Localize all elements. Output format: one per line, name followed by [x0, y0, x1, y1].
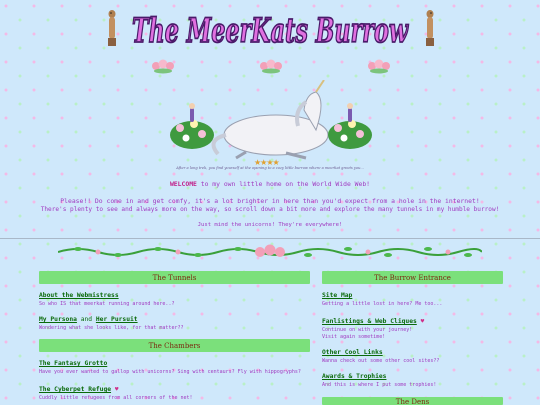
heart-icon: ♥ — [114, 386, 119, 393]
intro-line-4: Just mind the unicorns! They're everywhe… — [197, 222, 343, 228]
burrow-entrance-header: The Burrow Entrance — [322, 271, 503, 284]
flower-bush-left-icon — [170, 103, 214, 149]
about-webmistress-link[interactable]: About the Webmistress — [39, 292, 119, 299]
and-text: and — [76, 316, 96, 323]
intro-line-2: Please!! Do come in and get comfy, it's … — [60, 197, 480, 205]
intro-line-3: There's plenty to see and always more on… — [40, 206, 500, 213]
welcome-line: WELCOME to my own little home on the Wor… — [20, 180, 520, 188]
other-cool-links-desc: Wanna check out some other cool sites?? — [322, 358, 440, 364]
unicorn-icon — [211, 80, 329, 160]
flower-cluster-icon — [152, 59, 174, 74]
site-map-desc: Getting a little lost in here? Me too... — [322, 301, 443, 307]
unicorn-image — [170, 80, 372, 160]
tunnels-header: The Tunnels — [39, 271, 310, 284]
flower-cluster-icon — [368, 59, 390, 74]
meerkat-right-icon — [426, 10, 434, 46]
flower-vine-border — [58, 244, 482, 257]
flower-bush-right-icon — [328, 103, 372, 149]
pursona-line: My Pursona and Her Pursuit — [39, 316, 138, 323]
site-title: The MeerKats Burrow — [132, 11, 409, 51]
divider — [0, 238, 540, 239]
cyberpet-line: The Cyberpet Refuge ♥ — [39, 386, 118, 393]
cyberpet-refuge-link[interactable]: The Cyberpet Refuge — [39, 386, 111, 393]
pursona-desc: Wondering what she looks like, for that … — [39, 325, 184, 331]
chambers-header: The Chambers — [39, 339, 310, 352]
awards-trophies-desc: And this is where I put some trophies! — [322, 382, 437, 388]
welcome-bold: WELCOME — [169, 180, 197, 188]
fanlistings-desc-2: Visit again sometime! — [322, 334, 386, 340]
dens-header: The Dens — [322, 397, 503, 405]
hero-caption: After a long trek, you find yourself at … — [176, 166, 364, 170]
about-webmistress-desc: So who IS that meerkat running around he… — [39, 301, 175, 307]
awards-trophies-link[interactable]: Awards & Trophies — [322, 373, 386, 380]
other-cool-links-link[interactable]: Other Cool Links — [322, 349, 383, 356]
fantasy-grotto-link[interactable]: The Fantasy Grotto — [39, 360, 107, 367]
fanlistings-line: Fanlistings & Web Cliques ♥ — [322, 318, 424, 325]
flower-cluster-icon — [260, 59, 282, 74]
fantasy-grotto-desc: Have you ever wanted to gallop with unic… — [39, 369, 301, 375]
site-logo: The MeerKats Burrow — [131, 10, 410, 52]
fanlistings-desc-1: Continue on with your journey! — [322, 327, 413, 333]
heart-icon: ♥ — [420, 318, 425, 325]
her-pursuit-link[interactable]: Her Pursuit — [96, 316, 138, 323]
meerkat-left-icon — [108, 10, 116, 46]
cyberpet-refuge-desc: Cuddly little refugees from all corners … — [39, 395, 193, 401]
fanlistings-link[interactable]: Fanlistings & Web Cliques — [322, 318, 417, 325]
welcome-rest: to my own little home on the World Wide … — [196, 180, 371, 188]
my-pursona-link[interactable]: My Pursona — [39, 316, 77, 323]
site-map-link[interactable]: Site Map — [322, 292, 352, 299]
